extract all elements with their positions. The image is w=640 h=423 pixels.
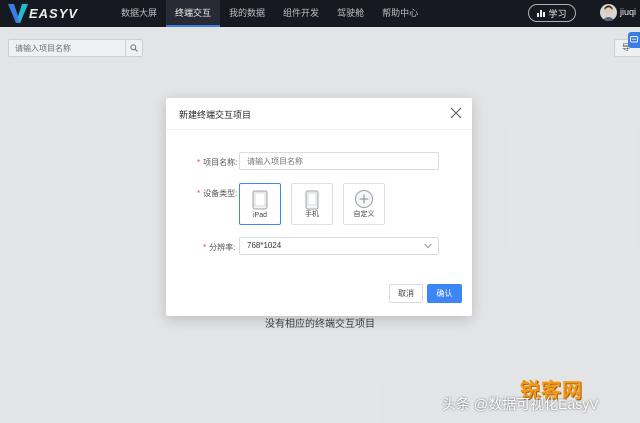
project-name-input[interactable] <box>239 152 439 170</box>
modal-title: 新建终端交互项目 <box>179 110 252 120</box>
close-icon[interactable] <box>450 107 462 119</box>
confirm-button[interactable]: 确认 <box>427 284 462 303</box>
chevron-down-icon <box>424 243 432 249</box>
device-type-label: * 设备类型: <box>197 188 237 199</box>
phone-icon <box>305 190 319 210</box>
resolution-label: * 分辨率: <box>203 242 235 253</box>
device-label-phone: 手机 <box>305 211 319 218</box>
watermark-text: 头条 @数据可视化EasyV <box>442 396 599 412</box>
device-label-custom: 自定义 <box>353 211 375 218</box>
device-option-custom[interactable]: 自定义 <box>343 183 385 225</box>
new-project-modal: 新建终端交互项目 *项目名称: *设备类型: iPad 手机 自定义 <box>166 98 472 316</box>
cancel-button[interactable]: 取消 <box>389 284 423 303</box>
modal-header: 新建终端交互项目 <box>166 98 472 130</box>
device-label-ipad: iPad <box>252 212 267 219</box>
device-type-label-text: 设备类型: <box>203 189 238 198</box>
resolution-select[interactable]: 768*1024 <box>239 237 439 255</box>
tablet-icon <box>252 190 268 210</box>
project-name-label: * 项目名称: <box>197 157 237 168</box>
required-mark: * <box>203 243 207 252</box>
device-option-ipad[interactable]: iPad <box>239 183 281 225</box>
device-option-phone[interactable]: 手机 <box>291 183 333 225</box>
project-name-label-text: 项目名称: <box>203 158 238 167</box>
required-mark: * <box>197 189 201 198</box>
resolution-label-text: 分辨率: <box>209 243 236 252</box>
resolution-value: 768*1024 <box>247 241 282 250</box>
required-mark: * <box>197 158 201 167</box>
plus-circle-icon <box>355 190 373 208</box>
